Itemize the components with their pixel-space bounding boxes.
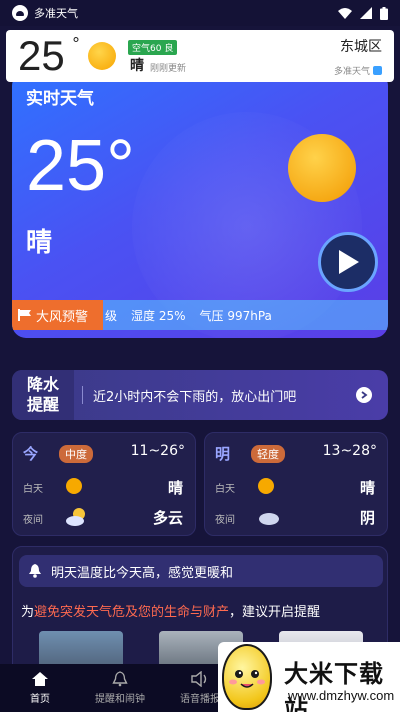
- air-quality-badge: 中度: [59, 445, 93, 463]
- divider: [82, 386, 83, 404]
- widget-updated-text: 刚刚更新: [150, 64, 187, 74]
- tip-text: 明天温度比今天高，感觉更暖和: [51, 565, 234, 581]
- weather-notification-widget[interactable]: 25 ° 空气60 良 晴 刚刚更新 东城区 多准天气: [6, 30, 394, 82]
- pressure-value: 气压 997hPa: [199, 308, 272, 323]
- night-label: 夜间: [23, 515, 43, 526]
- warn-suffix: ，建议开启提醒: [229, 605, 321, 620]
- night-label: 夜间: [215, 515, 235, 526]
- night-condition: 阴: [359, 509, 375, 527]
- chevron-right-icon[interactable]: [356, 387, 372, 403]
- widget-sun-icon: [88, 42, 116, 70]
- rain-label-line2: 提醒: [26, 395, 59, 414]
- status-app-name: 多准天气: [34, 7, 78, 20]
- tab-label: 语音播报: [180, 694, 220, 705]
- moon-cloud-icon: [65, 507, 89, 526]
- day-name: 今: [23, 445, 39, 463]
- rain-reminder-message: 近2小时内不会下雨的，放心出门吧: [93, 389, 297, 405]
- widget-brand-name: 多准天气: [333, 67, 370, 77]
- daytime-condition: 晴: [167, 479, 183, 497]
- alert-label: 大风预警: [36, 309, 89, 325]
- widget-condition: 晴: [130, 58, 144, 74]
- sun-icon: [65, 477, 83, 495]
- tab-reminders[interactable]: 提醒和闹钟: [80, 664, 160, 712]
- rain-reminder-banner[interactable]: 降水 提醒 近2小时内不会下雨的，放心出门吧: [12, 370, 388, 420]
- realtime-weather-card[interactable]: 实时天气 25° 晴 大风预警 级 湿度 25% 气压 997hPa: [12, 72, 388, 338]
- temperature-tip[interactable]: 明天温度比今天高，感觉更暖和: [19, 555, 383, 587]
- daytime-label: 白天: [215, 484, 235, 495]
- play-icon: [339, 250, 359, 274]
- battery-icon: [380, 6, 388, 20]
- temp-range: 13~28°: [322, 443, 377, 459]
- alert-flag-icon: [18, 309, 31, 321]
- night-condition: 多云: [152, 509, 183, 527]
- daytime-label: 白天: [23, 484, 43, 495]
- temp-range: 11~26°: [130, 443, 185, 459]
- wind-alert-badge[interactable]: 大风预警: [12, 300, 103, 330]
- wifi-icon: [338, 7, 352, 19]
- signal-icon: [360, 7, 372, 19]
- wind-level-fragment: 级: [105, 308, 118, 323]
- tomorrow-forecast-card[interactable]: 明 轻度 13~28° 白天 晴 夜间 阴: [204, 432, 388, 536]
- air-quality-badge: 轻度: [251, 445, 285, 463]
- sun-icon: [257, 477, 275, 495]
- sun-icon: [288, 134, 356, 202]
- speaker-icon: [191, 671, 207, 687]
- widget-brand: 多准天气: [334, 64, 382, 77]
- voice-play-button[interactable]: [318, 232, 378, 292]
- enable-reminder-text[interactable]: 为避免突发天气危及您的生命与财产，建议开启提醒: [21, 601, 320, 620]
- today-forecast-card[interactable]: 今 中度 11~26° 白天 晴 夜间 多云: [12, 432, 196, 536]
- widget-district: 东城区: [340, 39, 382, 55]
- cloud-icon: [257, 507, 281, 525]
- realtime-condition: 晴: [26, 228, 53, 258]
- bell-icon: [29, 564, 41, 578]
- brand-icon: [373, 66, 382, 75]
- rain-reminder-label: 降水 提醒: [12, 370, 74, 420]
- widget-aqi-badge: 空气60 良: [128, 40, 178, 55]
- watermark-name: 大米下载站: [284, 660, 384, 712]
- humidity-value: 湿度 25%: [131, 308, 186, 323]
- widget-degree-symbol: °: [72, 34, 80, 53]
- site-watermark: 大米下载站 www.dmzhyw.com: [218, 642, 400, 712]
- mascot-logo: [222, 644, 272, 710]
- weather-info-bar: 大风预警 级 湿度 25% 气压 997hPa: [12, 300, 388, 330]
- warn-prefix: 为: [21, 605, 35, 620]
- realtime-title: 实时天气: [26, 89, 94, 109]
- daytime-condition: 晴: [359, 479, 375, 497]
- rain-label-line1: 降水: [26, 375, 59, 394]
- watermark-url: www.dmzhyw.com: [288, 688, 395, 703]
- warn-highlight: 避免突发天气危及您的生命与财产: [34, 605, 230, 620]
- status-bar: 多准天气: [0, 0, 400, 26]
- tab-label: 首页: [30, 694, 50, 705]
- tab-home[interactable]: 首页: [0, 664, 80, 712]
- realtime-temperature: 25°: [26, 126, 135, 206]
- home-icon: [32, 672, 48, 686]
- app-logo-icon: [12, 5, 28, 21]
- tab-label: 提醒和闹钟: [95, 694, 145, 705]
- bell-icon: [112, 671, 128, 687]
- day-name: 明: [215, 445, 231, 463]
- widget-temperature: 25: [18, 32, 65, 79]
